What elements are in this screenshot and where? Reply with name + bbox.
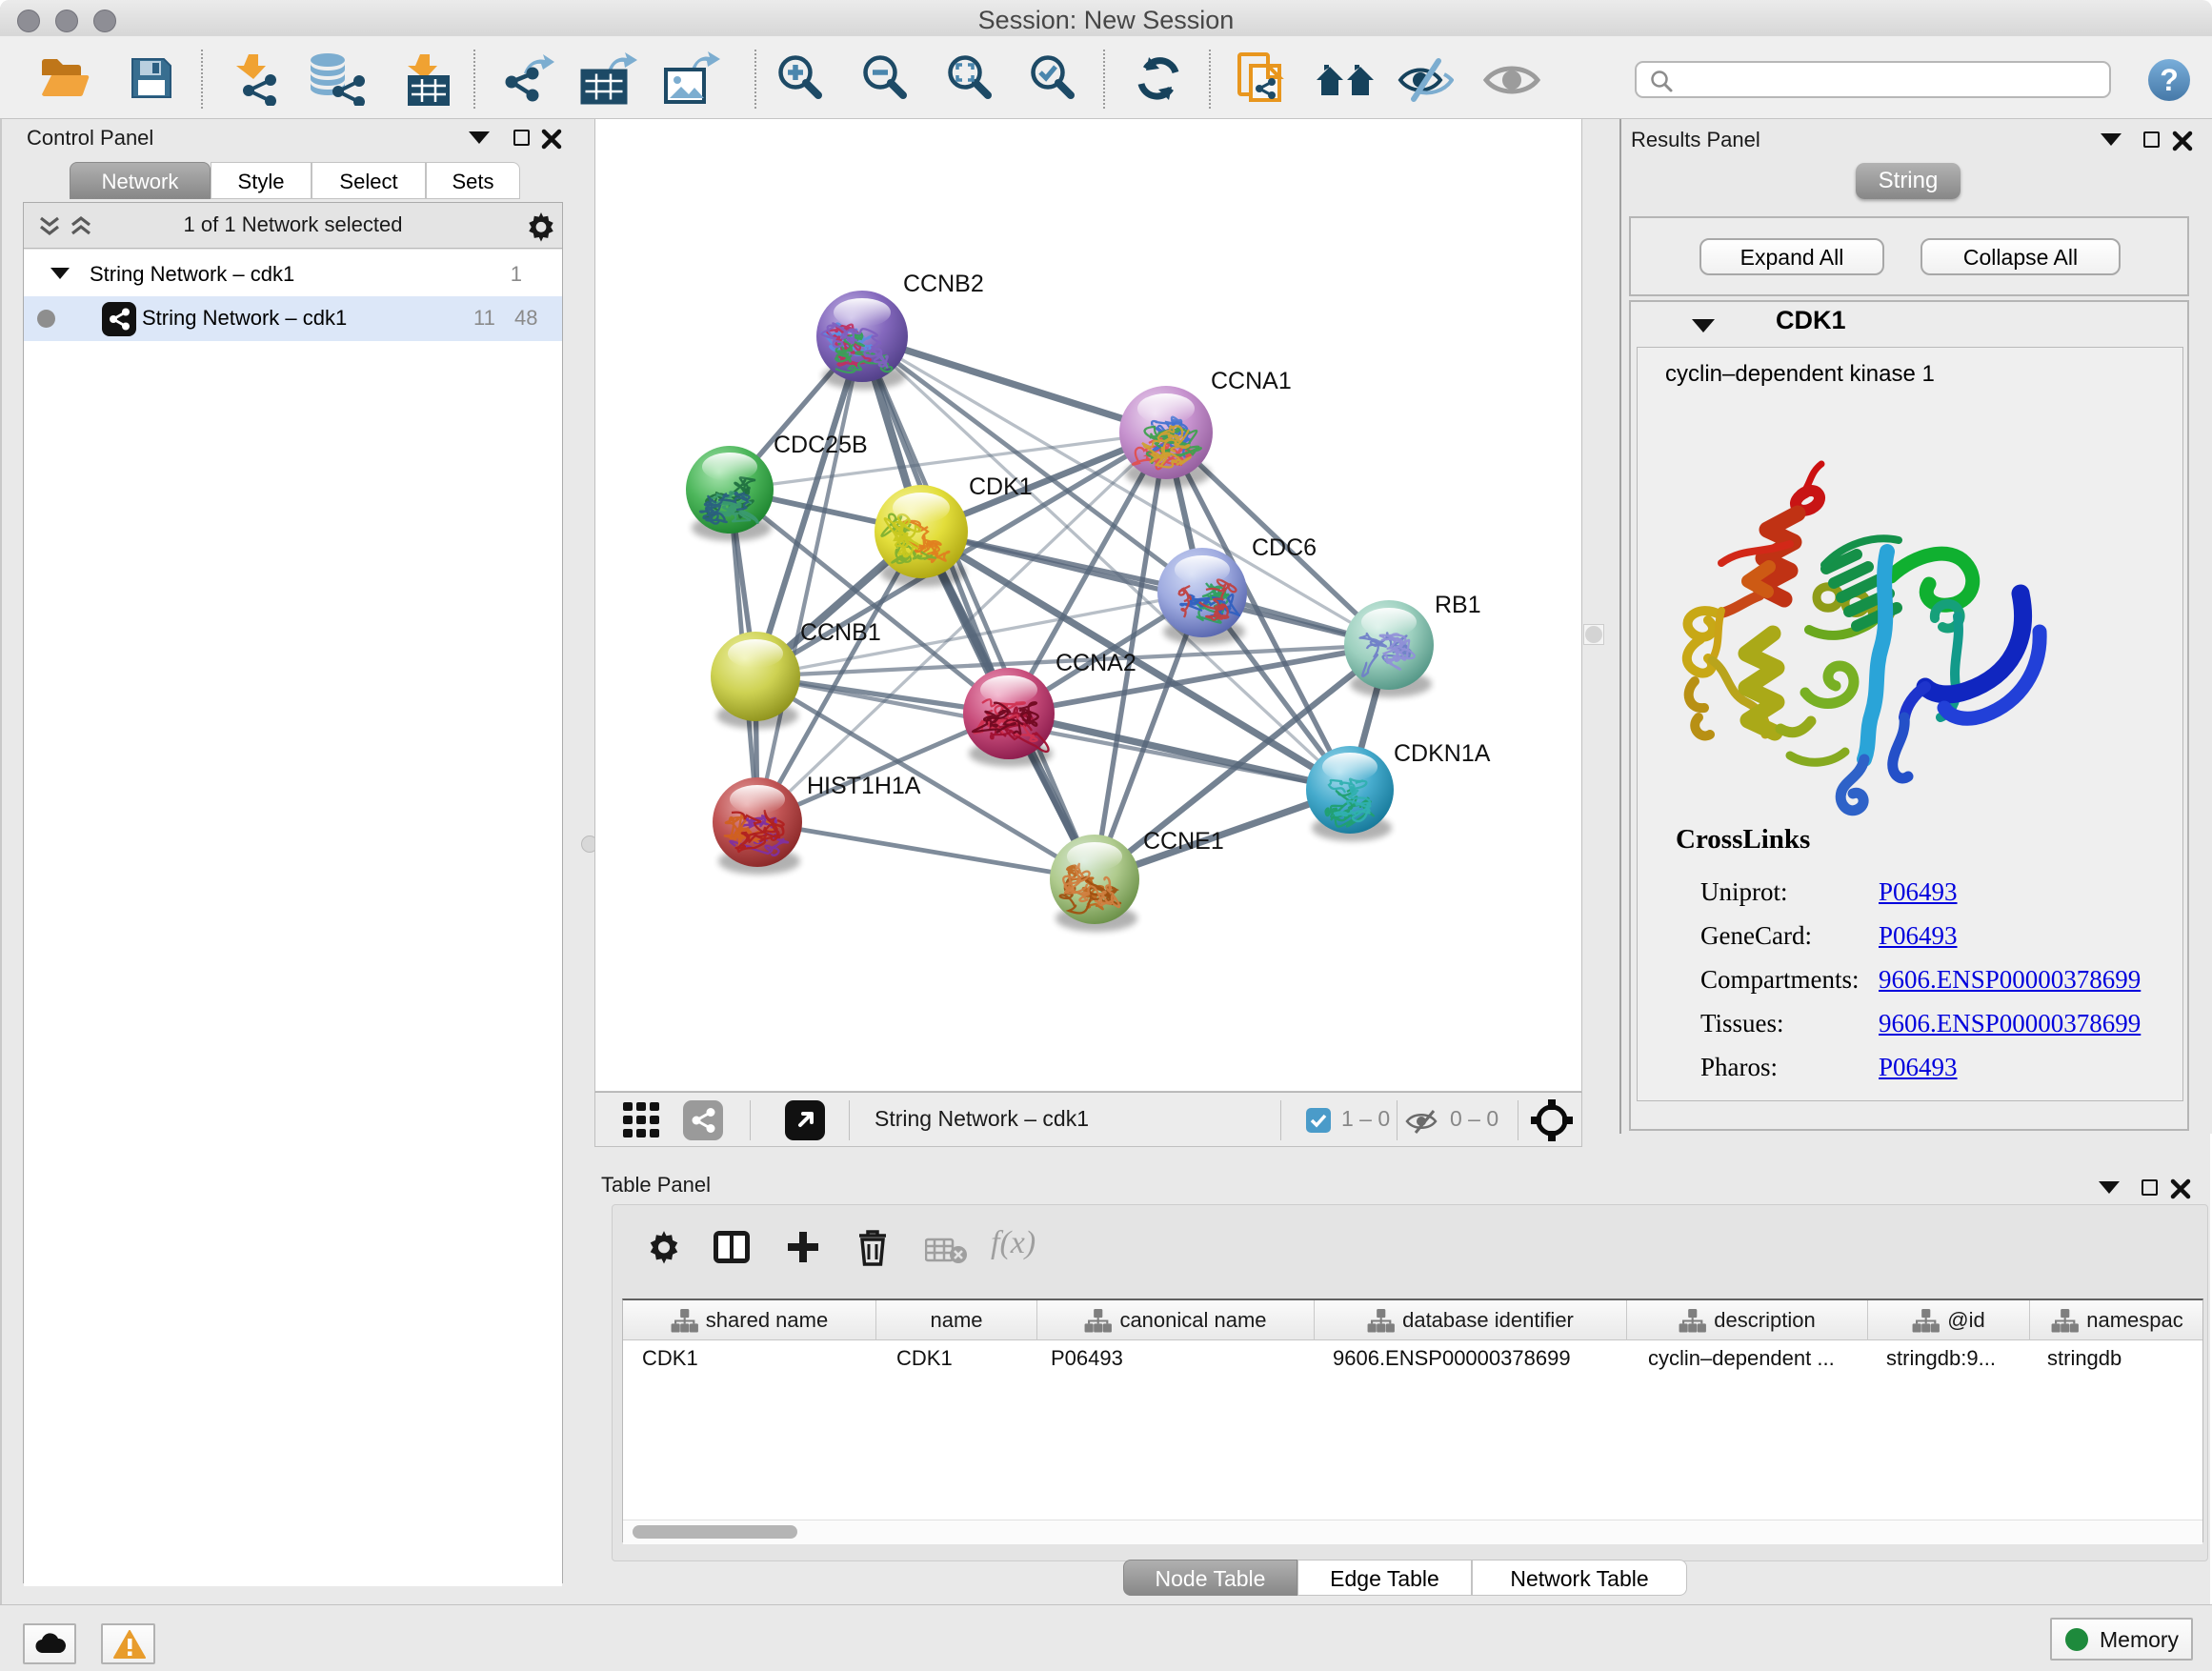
svg-text:CDK1: CDK1 [969, 473, 1033, 500]
svg-text:?: ? [2160, 63, 2179, 97]
svg-text:HIST1H1A: HIST1H1A [807, 773, 921, 799]
svg-text:CCNB2: CCNB2 [903, 271, 984, 297]
svg-text:CDC25B: CDC25B [774, 432, 868, 458]
svg-text:CCNB1: CCNB1 [800, 619, 881, 646]
svg-text:CCNA1: CCNA1 [1211, 368, 1292, 394]
svg-text:CDC6: CDC6 [1252, 534, 1317, 561]
svg-text:RB1: RB1 [1435, 592, 1481, 618]
svg-text:CDKN1A: CDKN1A [1394, 740, 1491, 767]
svg-text:CCNE1: CCNE1 [1143, 828, 1224, 855]
svg-text:CCNA2: CCNA2 [1056, 650, 1136, 676]
